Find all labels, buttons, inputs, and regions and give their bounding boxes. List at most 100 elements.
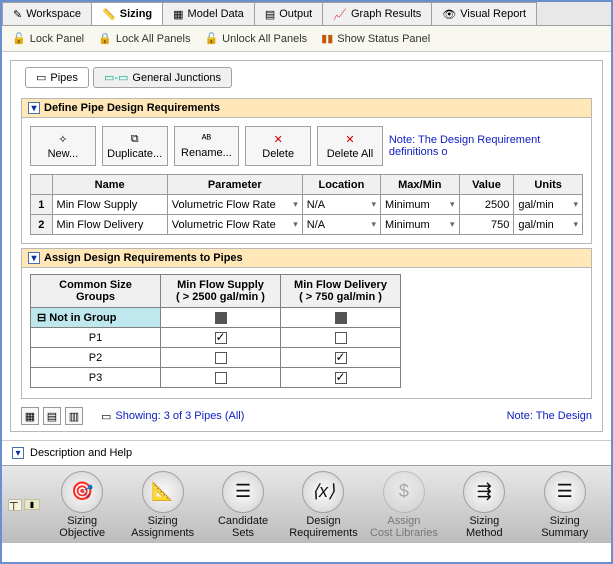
view-mode-icon[interactable]: ▦ [21,407,39,425]
delete-all-icon: ✕ [345,133,354,146]
lock-panel-button[interactable]: 🔓Lock Panel [12,32,84,45]
cell-location[interactable]: N/A▾ [302,215,380,235]
duplicate-icon: ⧉ [131,133,139,146]
section-define: ▾ Define Pipe Design Requirements ✧New..… [21,98,592,244]
view-mode-icon[interactable]: ▤ [43,407,61,425]
col-name: Name [52,175,167,195]
delete-button[interactable]: ✕Delete [245,126,311,166]
cell-location[interactable]: N/A▾ [302,195,380,215]
delete-icon: ✕ [274,133,283,146]
cell-units[interactable]: gal/min▾ [514,215,583,235]
new-button[interactable]: ✧New... [30,126,96,166]
duplicate-button[interactable]: ⧉Duplicate... [102,126,168,166]
minus-icon: ⊟ [37,312,49,324]
define-button-row: ✧New... ⧉Duplicate... ᴬᴮRename... ✕Delet… [22,118,591,174]
lock-icon: 🔒 [98,32,112,45]
cell-name[interactable]: Min Flow Delivery [52,215,167,235]
subtab-junctions[interactable]: ▭-▭General Junctions [93,67,232,88]
nav-sizing-assignments[interactable]: 📐Sizing Assignments [122,471,202,539]
col-req-1: Min Flow Supply( > 2500 gal/min ) [161,275,281,308]
checkbox[interactable] [335,372,347,384]
col-parameter: Parameter [167,175,302,195]
section-assign-header: ▾ Assign Design Requirements to Pipes [22,249,591,268]
cell-value[interactable]: 2500 [459,195,514,215]
rename-button[interactable]: ᴬᴮRename... [174,126,240,166]
chevron-down-icon: ▾ [372,199,377,210]
ruler-icon: 📏 [102,8,116,21]
checkbox[interactable] [215,332,227,344]
flow-icon: ⇶ [463,471,505,513]
cell-name[interactable]: Min Flow Supply [52,195,167,215]
show-status-button[interactable]: ▮▮Show Status Panel [321,32,430,45]
collapse-icon[interactable]: ▾ [28,102,40,114]
col-units: Units [514,175,583,195]
checkbox[interactable] [215,352,227,364]
status-note: Note: The Design [507,410,592,422]
unlock-all-button[interactable]: 🔓Unlock All Panels [204,32,307,45]
nav-design-requirements[interactable]: ⟨x⟩Design Requirements [283,471,363,539]
table-row: P3 [31,368,401,388]
checkbox[interactable] [335,352,347,364]
tab-workspace[interactable]: ✎Workspace [2,2,92,25]
rename-icon: ᴬᴮ [202,133,212,145]
view-mode-icon[interactable]: ▥ [65,407,83,425]
output-icon: ▤ [265,8,275,21]
checkbox[interactable] [215,372,227,384]
pipe-name: P1 [31,328,161,348]
requirements-table: Name Parameter Location Max/Min Value Un… [30,174,583,235]
subtab-pipes[interactable]: ▭Pipes [25,67,89,88]
nav-sizing-method[interactable]: ⇶Sizing Method [444,471,524,539]
eye-icon: 👁 [442,8,456,21]
cell-parameter[interactable]: Volumetric Flow Rate▾ [167,195,302,215]
tab-output[interactable]: ▤Output [254,2,323,25]
lock-all-button[interactable]: 🔒Lock All Panels [98,32,190,45]
chart-icon: 📈 [333,8,347,21]
table-row: P2 [31,348,401,368]
collapse-icon[interactable]: ▾ [28,252,40,264]
checkbox-all[interactable] [335,312,347,324]
toggle-button[interactable]: ⊤ [8,499,22,511]
pipe-icon: ▭ [36,71,46,84]
list-icon: ☰ [222,471,264,513]
side-handle[interactable]: ▮ [24,499,40,510]
nav-sizing-objective[interactable]: 🎯Sizing Objective [42,471,122,539]
status-row: ▦ ▤ ▥ ▭ Showing: 3 of 3 Pipes (All) Note… [11,403,602,431]
requirement-row[interactable]: 1 Min Flow Supply Volumetric Flow Rate▾ … [31,195,583,215]
define-note: Note: The Design Requirement definitions… [389,134,583,158]
ruler-icon: 📐 [142,471,184,513]
cell-value[interactable]: 750 [459,215,514,235]
pipe-name: P2 [31,348,161,368]
chevron-down-icon: ▾ [573,199,578,210]
cell-maxmin[interactable]: Minimum▾ [381,195,460,215]
tab-visual-report[interactable]: 👁Visual Report [431,2,537,25]
grid-icon: ▦ [173,8,183,21]
checkbox[interactable] [335,332,347,344]
nav-sizing-summary[interactable]: ☰Sizing Summary [525,471,605,539]
expand-icon[interactable]: ▾ [12,447,24,459]
col-index [31,175,53,195]
tab-sizing[interactable]: 📏Sizing [91,2,163,25]
lock-open-icon: 🔓 [204,32,218,45]
col-maxmin: Max/Min [381,175,460,195]
top-tab-bar: ✎Workspace 📏Sizing ▦Model Data ▤Output 📈… [2,2,611,26]
section-title: Define Pipe Design Requirements [44,102,220,114]
checkbox-all[interactable] [215,312,227,324]
cell-units[interactable]: gal/min▾ [514,195,583,215]
col-groups: Common Size Groups [31,275,161,308]
nav-candidate-sets[interactable]: ☰Candidate Sets [203,471,283,539]
group-row[interactable]: ⊟ Not in Group [31,308,401,328]
pipe-name: P3 [31,368,161,388]
cell-maxmin[interactable]: Minimum▾ [381,215,460,235]
help-bar: ▾ Description and Help [2,440,611,465]
lock-toolbar: 🔓Lock Panel 🔒Lock All Panels 🔓Unlock All… [2,26,611,52]
bottom-nav: ⊤ ▮ 🎯Sizing Objective 📐Sizing Assignment… [2,465,611,543]
requirement-row[interactable]: 2 Min Flow Delivery Volumetric Flow Rate… [31,215,583,235]
tab-graph-results[interactable]: 📈Graph Results [322,2,432,25]
cell-parameter[interactable]: Volumetric Flow Rate▾ [167,215,302,235]
filter-icon: ▭ [101,410,111,423]
new-icon: ✧ [58,133,67,146]
tab-model-data[interactable]: ▦Model Data [162,2,255,25]
chevron-down-icon: ▾ [293,199,298,210]
delete-all-button[interactable]: ✕Delete All [317,126,383,166]
chevron-down-icon: ▾ [372,219,377,230]
